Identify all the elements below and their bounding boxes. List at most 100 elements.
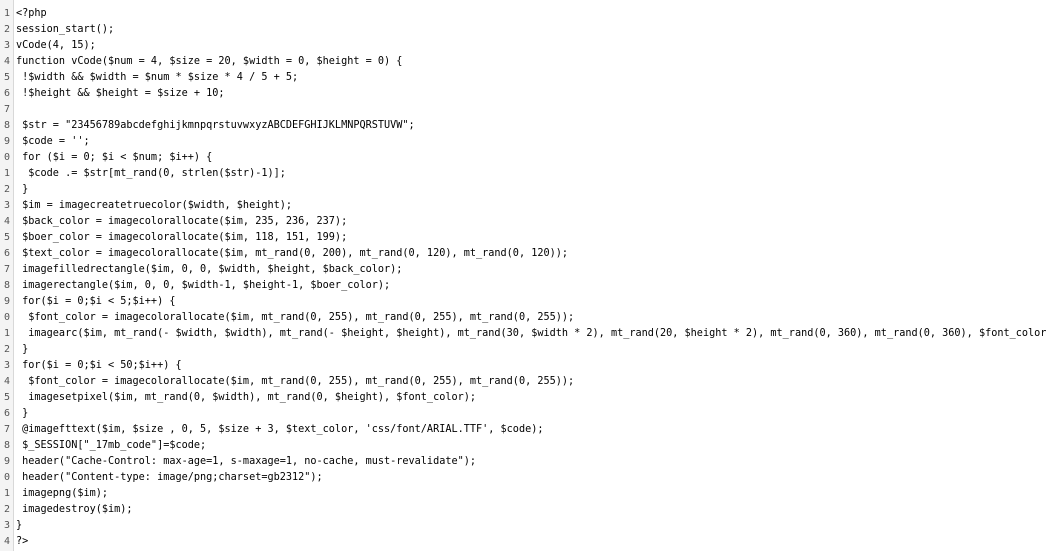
code-line[interactable]: 3 $im = imagecreatetruecolor($width, $he… [0,198,1046,214]
code-line[interactable]: 9 $code = ''; [0,134,1046,150]
code-text: header("Content-type: image/png;charset=… [16,472,323,483]
code-line[interactable]: 5 $boer_color = imagecolorallocate($im, … [0,230,1046,246]
code-line[interactable]: 3 for($i = 0;$i < 50;$i++) { [0,358,1046,374]
code-line[interactable]: 8 imagerectangle($im, 0, 0, $width-1, $h… [0,278,1046,294]
code-line[interactable]: 2 session_start(); [0,22,1046,38]
line-number: 0 [3,472,10,483]
line-number: 4 [3,536,10,547]
line-number: 9 [3,136,10,147]
code-editor[interactable]: 1 <?php 2 session_start(); 3 vCode(4, 15); 4 fu… [0,0,1046,551]
code-text: function vCode($num = 4, $size = 20, $wi… [16,56,403,67]
code-text: !$height && $height = $size + 10; [16,88,225,99]
line-number: 6 [3,248,10,259]
code-line[interactable]: 3} [0,518,1046,534]
line-number: 2 [3,504,10,515]
code-line[interactable]: 9 header("Cache-Control: max-age=1, s-ma… [0,454,1046,470]
line-number: 5 [3,392,10,403]
code-text: imagerectangle($im, 0, 0, $width-1, $hei… [16,280,391,291]
code-text: for ($i = 0; $i < $num; $i++) { [16,152,213,163]
code-text: session_start(); [16,24,115,35]
line-number: 0 [3,152,10,163]
line-number: 3 [3,40,10,51]
code-text: $code = ''; [16,136,90,147]
code-line[interactable]: 2 } [0,342,1046,358]
code-line[interactable]: 1 imagepng($im); [0,486,1046,502]
code-text: } [16,184,29,195]
code-text: } [16,408,29,419]
code-line[interactable]: 2 imagedestroy($im); [0,502,1046,518]
code-text: $boer_color = imagecolorallocate($im, 11… [16,232,348,243]
code-line[interactable]: 7 imagefilledrectangle($im, 0, 0, $width… [0,262,1046,278]
line-number: 9 [3,296,10,307]
code-text: imagedestroy($im); [16,504,133,515]
code-line[interactable]: 8 $str = "23456789abcdefghijkmnpqrstuvwx… [0,118,1046,134]
code-line[interactable]: 5 !$width && $width = $num * $size * 4 /… [0,70,1046,86]
line-number: 5 [3,72,10,83]
line-number: 4 [3,56,10,67]
line-number: 3 [3,200,10,211]
line-number: 7 [3,104,10,115]
code-line[interactable]: 3 vCode(4, 15); [0,38,1046,54]
code-line[interactable]: 7 [0,102,1046,118]
code-line[interactable]: 6 $text_color = imagecolorallocate($im, … [0,246,1046,262]
code-text: $code .= $str[mt_rand(0, strlen($str)-1)… [16,168,286,179]
line-number: 8 [3,120,10,131]
code-line[interactable]: 5 imagesetpixel($im, mt_rand(0, $width),… [0,390,1046,406]
code-text: } [16,344,29,355]
code-text: !$width && $width = $num * $size * 4 / 5… [16,72,299,83]
line-number: 7 [3,264,10,275]
code-line[interactable]: 1 <?php [0,6,1046,22]
code-text: $text_color = imagecolorallocate($im, mt… [16,248,569,259]
line-number: 9 [3,456,10,467]
code-text: for($i = 0;$i < 5;$i++) { [16,296,176,307]
code-line[interactable]: 7 @imagefttext($im, $size , 0, 5, $size … [0,422,1046,438]
code-line[interactable]: 2 } [0,182,1046,198]
line-number: 1 [3,8,10,19]
code-text: imagefilledrectangle($im, 0, 0, $width, … [16,264,403,275]
line-number: 1 [3,488,10,499]
code-line[interactable]: 4 $font_color = imagecolorallocate($im, … [0,374,1046,390]
line-number: 8 [3,280,10,291]
code-line[interactable]: 4 $back_color = imagecolorallocate($im, … [0,214,1046,230]
code-text: imagearc($im, mt_rand(- $width, $width),… [16,328,1046,339]
line-number: 8 [3,440,10,451]
line-number: 2 [3,24,10,35]
line-number: 7 [3,424,10,435]
code-text: ?> [16,536,29,547]
code-text: $font_color = imagecolorallocate($im, mt… [16,312,575,323]
code-line[interactable]: 0 for ($i = 0; $i < $num; $i++) { [0,150,1046,166]
line-number: 4 [3,376,10,387]
code-line[interactable]: 0 $font_color = imagecolorallocate($im, … [0,310,1046,326]
code-text: vCode(4, 15); [16,40,96,51]
code-text: for($i = 0;$i < 50;$i++) { [16,360,182,371]
line-number: 1 [3,328,10,339]
code-line[interactable]: 6 !$height && $height = $size + 10; [0,86,1046,102]
code-text: $str = "23456789abcdefghijkmnpqrstuvwxyz… [16,120,415,131]
code-text: $font_color = imagecolorallocate($im, mt… [16,376,575,387]
line-number: 3 [3,520,10,531]
code-line[interactable]: 0 header("Content-type: image/png;charse… [0,470,1046,486]
code-line[interactable]: 4 function vCode($num = 4, $size = 20, $w… [0,54,1046,70]
code-line[interactable]: 1 $code .= $str[mt_rand(0, strlen($str)-… [0,166,1046,182]
line-number: 3 [3,360,10,371]
line-number: 2 [3,184,10,195]
code-text: $_SESSION["_17mb_code"]=$code; [16,440,207,451]
code-text: <?php [16,8,47,19]
code-text: imagepng($im); [16,488,109,499]
code-text: $back_color = imagecolorallocate($im, 23… [16,216,348,227]
line-number: 0 [3,312,10,323]
code-line[interactable]: 9 for($i = 0;$i < 5;$i++) { [0,294,1046,310]
code-text: @imagefttext($im, $size , 0, 5, $size + … [16,424,544,435]
code-line[interactable]: 1 imagearc($im, mt_rand(- $width, $width… [0,326,1046,342]
line-number: 4 [3,216,10,227]
code-line[interactable]: 4 ?> [0,534,1046,550]
code-text: imagesetpixel($im, mt_rand(0, $width), m… [16,392,477,403]
code-text: header("Cache-Control: max-age=1, s-maxa… [16,456,477,467]
code-text: } [16,520,23,531]
code-line[interactable]: 6 } [0,406,1046,422]
line-number: 5 [3,232,10,243]
line-number: 1 [3,168,10,179]
line-number: 2 [3,344,10,355]
code-line[interactable]: 8 $_SESSION["_17mb_code"]=$code; [0,438,1046,454]
code-text: $im = imagecreatetruecolor($width, $heig… [16,200,293,211]
